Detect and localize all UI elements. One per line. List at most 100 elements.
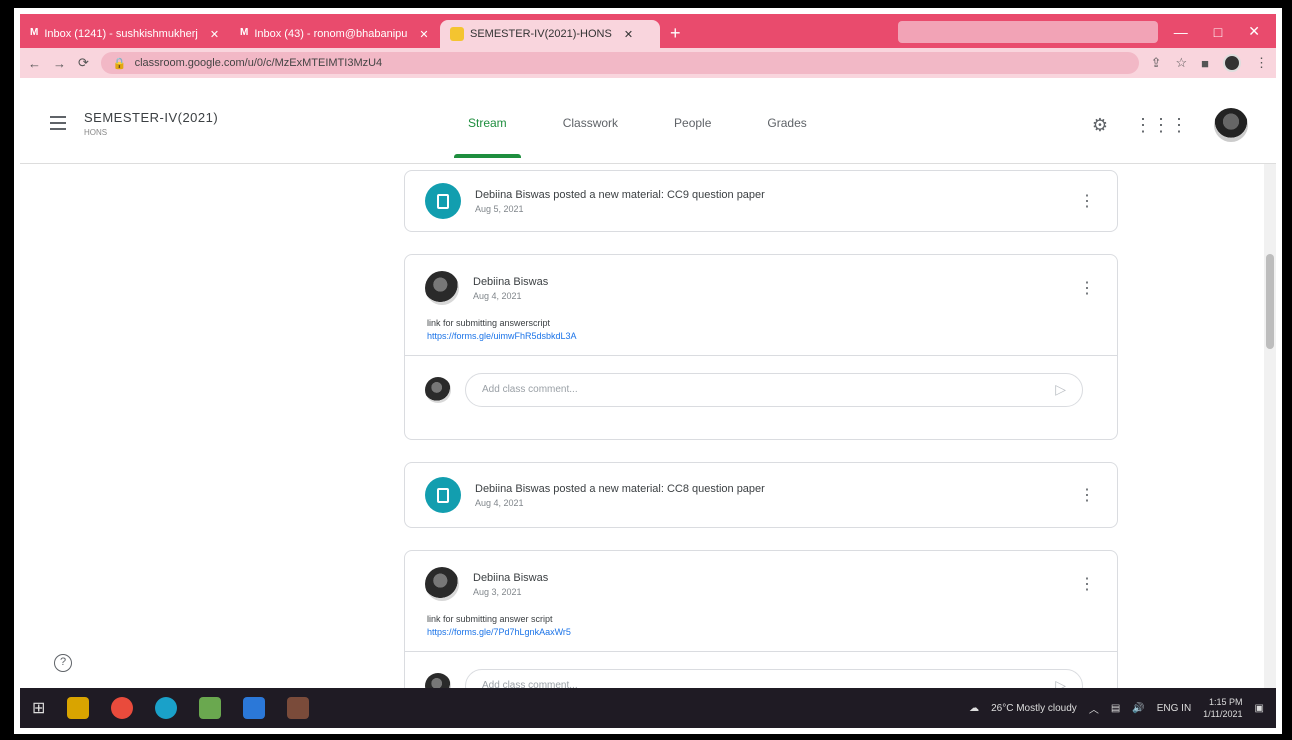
- send-icon[interactable]: ▷: [1055, 381, 1066, 398]
- post-text: link for submitting answer script: [427, 614, 553, 624]
- window-controls: — □ ✕: [1158, 23, 1276, 48]
- classroom-app-icon[interactable]: [287, 697, 310, 719]
- material-assignment-icon: [425, 183, 461, 219]
- back-arrow-icon[interactable]: ←: [28, 56, 41, 71]
- classroom-header: SEMESTER-IV(2021) HONS Stream Classwork …: [20, 78, 1276, 164]
- class-comment-input[interactable]: Add class comment... ▷: [465, 372, 1083, 407]
- author-avatar: [425, 271, 459, 305]
- post-body: link for submitting answerscript https:/…: [405, 305, 1117, 355]
- more-options-icon[interactable]: ⋮: [1077, 278, 1097, 298]
- star-icon[interactable]: ☆: [1175, 55, 1187, 71]
- tab-people[interactable]: People: [666, 116, 719, 160]
- post-meta: Debiina Biswas Aug 3, 2021: [473, 572, 1077, 597]
- close-window-button[interactable]: ✕: [1248, 23, 1260, 40]
- announcement-card: Debiina Biswas Aug 3, 2021 ⋮ link for su…: [404, 550, 1118, 697]
- post-body: link for submitting answer script https:…: [405, 601, 1117, 651]
- browser-tab-strip: M Inbox (1241) - sushkishmukherj ✕ M Inb…: [20, 14, 1276, 48]
- comment-row: Add class comment... ▷: [405, 355, 1117, 423]
- forward-arrow-icon[interactable]: →: [53, 56, 66, 71]
- post-text: link for submitting answerscript: [427, 318, 551, 328]
- post-author: Debiina Biswas: [473, 275, 549, 288]
- tab-title: Inbox (43) - ronom@bhabanipu: [254, 28, 408, 40]
- maximize-button[interactable]: □: [1214, 24, 1222, 40]
- tab-grades[interactable]: Grades: [759, 116, 814, 160]
- tab-stream[interactable]: Stream: [454, 116, 521, 160]
- account-avatar[interactable]: [1214, 108, 1248, 142]
- tab-title: SEMESTER-IV(2021)-HONS: [470, 28, 612, 40]
- post-author: Debiina Biswas: [473, 571, 549, 584]
- store-icon[interactable]: [199, 697, 222, 719]
- chrome-icon[interactable]: [111, 697, 134, 719]
- stream-content: Debiina Biswas posted a new material: CC…: [20, 164, 1276, 697]
- browser-tab-active[interactable]: SEMESTER-IV(2021)-HONS ✕: [440, 20, 660, 48]
- screen-border: M Inbox (1241) - sushkishmukherj ✕ M Inb…: [14, 8, 1282, 734]
- weather-text[interactable]: 26°C Mostly cloudy: [991, 703, 1077, 714]
- new-tab-button[interactable]: +: [660, 23, 691, 48]
- material-card[interactable]: Debiina Biswas posted a new material: CC…: [404, 462, 1118, 528]
- screenshot-frame: M Inbox (1241) - sushkishmukherj ✕ M Inb…: [0, 0, 1292, 740]
- material-title: Debiina Biswas posted a new material: CC…: [475, 482, 765, 495]
- post-link[interactable]: https://forms.gle/7Pd7hLgnkAaxWr5: [427, 626, 1095, 639]
- notifications-icon[interactable]: ▣: [1255, 703, 1264, 714]
- share-icon[interactable]: ⇪: [1151, 55, 1162, 71]
- profile-avatar[interactable]: [1223, 54, 1241, 72]
- volume-icon[interactable]: 🔊: [1132, 703, 1144, 714]
- close-tab-icon[interactable]: ✕: [624, 28, 633, 41]
- mail-icon[interactable]: [243, 697, 266, 719]
- edge-icon[interactable]: [155, 697, 178, 719]
- menu-dots-icon[interactable]: ⋮: [1255, 55, 1268, 71]
- class-name[interactable]: SEMESTER-IV(2021): [84, 110, 218, 125]
- more-options-icon[interactable]: ⋮: [1077, 191, 1097, 211]
- apps-grid-icon[interactable]: ⋮⋮⋮: [1134, 115, 1188, 136]
- post-date: Aug 3, 2021: [473, 586, 522, 597]
- post-meta: Debiina Biswas Aug 4, 2021: [473, 276, 1077, 301]
- classroom-icon: [450, 27, 464, 41]
- clock-time: 1:15 PM: [1209, 697, 1243, 707]
- file-explorer-icon[interactable]: [67, 697, 90, 719]
- material-date: Aug 5, 2021: [475, 203, 524, 214]
- more-options-icon[interactable]: ⋮: [1077, 485, 1097, 505]
- gmail-icon: M: [240, 27, 249, 38]
- taskbar-clock[interactable]: 1:15 PM 1/11/2021: [1203, 696, 1242, 720]
- commenter-avatar: [425, 376, 451, 403]
- material-card[interactable]: Debiina Biswas posted a new material: CC…: [404, 170, 1118, 232]
- material-row: Debiina Biswas posted a new material: CC…: [405, 463, 1117, 527]
- tray-overflow-icon[interactable]: ︿: [1089, 701, 1099, 716]
- network-icon[interactable]: ▤: [1111, 703, 1120, 714]
- material-date: Aug 4, 2021: [475, 497, 524, 508]
- main-menu-icon[interactable]: [50, 116, 66, 134]
- reload-icon[interactable]: ⟳: [78, 55, 89, 71]
- profile-chip[interactable]: [897, 21, 1158, 43]
- scrollbar-thumb[interactable]: [1266, 254, 1274, 349]
- close-tab-icon[interactable]: ✕: [419, 28, 428, 41]
- author-avatar: [425, 567, 459, 601]
- extensions-icon[interactable]: ■: [1201, 56, 1209, 71]
- system-tray: ☁ 26°C Mostly cloudy ︿ ▤ 🔊 ENG IN 1:15 P…: [969, 696, 1264, 720]
- screen: M Inbox (1241) - sushkishmukherj ✕ M Inb…: [20, 14, 1276, 728]
- help-icon[interactable]: ?: [54, 654, 72, 672]
- gmail-icon: M: [30, 27, 39, 38]
- language-indicator[interactable]: ENG IN: [1157, 703, 1191, 714]
- url-field[interactable]: 🔒 classroom.google.com/u/0/c/MzExMTEIMTI…: [100, 52, 1139, 74]
- url-text: classroom.google.com/u/0/c/MzExMTEIMTI3M…: [134, 57, 383, 69]
- material-text: Debiina Biswas posted a new material: CC…: [475, 483, 1077, 508]
- browser-tab[interactable]: M Inbox (43) - ronom@bhabanipu ✕: [230, 20, 440, 48]
- post-link[interactable]: https://forms.gle/uimwFhR5dsbkdL3A: [427, 330, 1095, 343]
- browser-tab[interactable]: M Inbox (1241) - sushkishmukherj ✕: [20, 20, 230, 48]
- weather-cloud-icon: ☁: [969, 702, 980, 714]
- close-tab-icon[interactable]: ✕: [210, 28, 219, 41]
- more-options-icon[interactable]: ⋮: [1077, 574, 1097, 594]
- header-actions: ⚙ ⋮⋮⋮: [1092, 108, 1248, 142]
- post-date: Aug 4, 2021: [473, 290, 522, 301]
- tab-title: Inbox (1241) - sushkishmukherj: [44, 28, 198, 40]
- material-row: Debiina Biswas posted a new material: CC…: [405, 171, 1117, 231]
- tab-classwork[interactable]: Classwork: [555, 116, 626, 160]
- address-bar-icons: ⇪ ☆ ■ ⋮: [1151, 54, 1268, 72]
- lock-icon: 🔒: [112, 57, 127, 70]
- windows-start-icon[interactable]: ⊞: [32, 698, 45, 718]
- page-scrollbar[interactable]: [1264, 164, 1276, 697]
- settings-gear-icon[interactable]: ⚙: [1092, 115, 1108, 136]
- class-nav-tabs: Stream Classwork People Grades: [454, 116, 815, 160]
- material-assignment-icon: [425, 477, 461, 513]
- minimize-button[interactable]: —: [1174, 24, 1188, 40]
